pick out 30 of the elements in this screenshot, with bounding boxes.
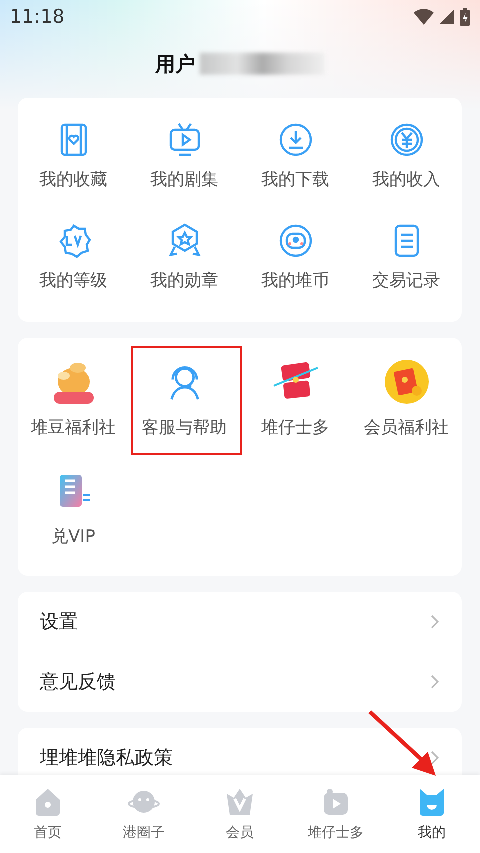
user-name: 用户	[156, 50, 196, 78]
wifi-icon	[414, 9, 434, 25]
menu-item[interactable]: 我的收藏	[40, 168, 108, 191]
menu-item[interactable]: 我的勋章	[150, 269, 218, 292]
status-time: 11:18	[10, 6, 65, 28]
service-item[interactable]: 客服与帮助	[142, 416, 227, 439]
menu-item[interactable]: 我的剧集	[150, 168, 218, 191]
settings-row[interactable]: 意见反馈	[40, 669, 116, 695]
menu-item[interactable]: 我的收入	[372, 168, 440, 191]
privacy-row[interactable]: 埋堆堆隐私政策	[40, 745, 173, 771]
tab[interactable]: 堆仔士多	[288, 775, 384, 853]
service-item[interactable]: 兑VIP	[52, 525, 96, 548]
tab[interactable]: 会员	[192, 775, 288, 853]
menu-item[interactable]: 交易记录	[372, 269, 440, 292]
envelope-icon	[382, 358, 430, 406]
service-item[interactable]: 堆豆福利社	[31, 416, 116, 439]
chevron-right-icon	[430, 674, 440, 690]
signal-icon	[440, 10, 454, 24]
menu-item[interactable]: 我的等级	[40, 269, 108, 292]
chevron-right-icon	[430, 750, 440, 766]
menu-item[interactable]: 我的堆币	[262, 269, 330, 292]
menu-item[interactable]: 我的下载	[262, 168, 330, 191]
service-item[interactable]: 堆仔士多	[262, 416, 330, 439]
battery-charging-icon	[460, 8, 470, 26]
settings-row[interactable]: 设置	[40, 609, 78, 635]
chevron-right-icon	[430, 614, 440, 630]
tab[interactable]: 我的	[384, 775, 480, 853]
tab[interactable]: 首页	[0, 775, 96, 853]
tab[interactable]: 港圈子	[96, 775, 192, 853]
service-item[interactable]: 会员福利社	[364, 416, 449, 439]
